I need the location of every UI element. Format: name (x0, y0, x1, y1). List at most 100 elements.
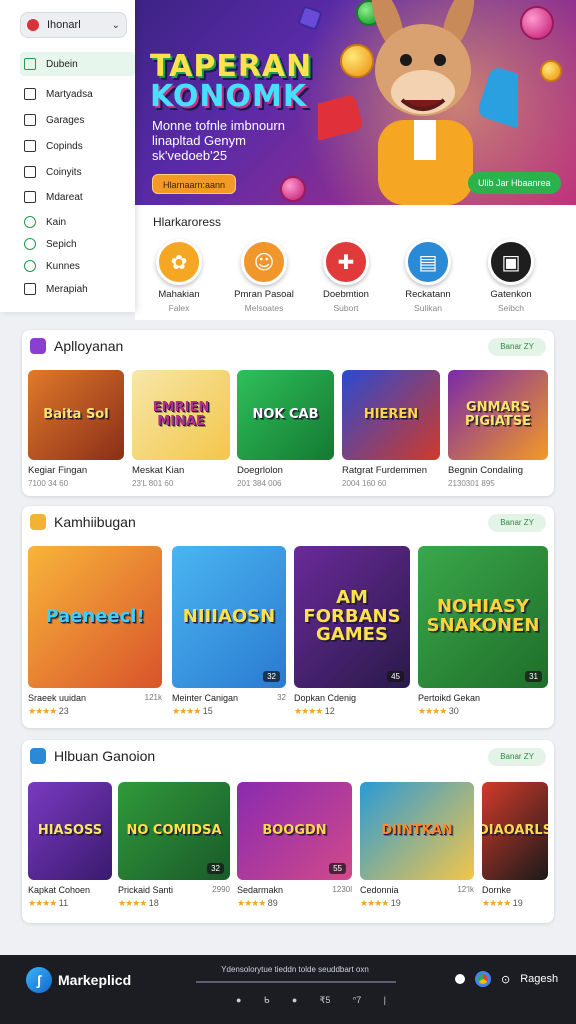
see-all-button[interactable]: Banar ZY (488, 748, 546, 766)
category-item[interactable]: ▤ Reckatann Sulikan (392, 239, 464, 313)
category-name: Mahakian (158, 289, 200, 300)
menu-item-icon (24, 216, 36, 228)
app-thumbnail[interactable]: DIINTKAN (360, 782, 474, 880)
menu-item[interactable]: Garages (20, 108, 135, 132)
app-count: 12'Ik (457, 885, 474, 894)
thumbnail-art-text: NIIIAOSN (182, 605, 276, 627)
rating-value: 11 (58, 898, 69, 908)
menu-item[interactable]: Copinds (20, 134, 135, 158)
marketplace-name: Markeplicd (58, 972, 132, 988)
app-rating: ★★★★ 19 (482, 898, 548, 909)
taskbar-icon[interactable]: ᑲ (264, 995, 270, 1006)
thumbnail-badge: 32 (263, 671, 280, 682)
category-icon: ✚ (323, 239, 369, 285)
taskbar-icon[interactable]: ᐢ7 (353, 995, 362, 1006)
hero-primary-button[interactable]: Ulib Jar Hbaanrea (468, 172, 561, 194)
app-title: Prickaid Santi (118, 885, 174, 895)
menu-item[interactable]: Martyadsa (20, 82, 135, 106)
app-card[interactable]: NOK CAB Doegrlolon 201 384 006 (237, 370, 334, 488)
app-card[interactable]: HIASOSS Kapkat Cohoen ★★★★ 11 (28, 782, 112, 909)
app-card[interactable]: NIIIAOSN 32 Meinter Canigan 32 ★★★★ 15 (172, 546, 286, 717)
taskbar-icon[interactable]: ₹5 (320, 995, 331, 1006)
coin-icon (540, 60, 562, 82)
section-title: Aplloyanan (54, 338, 124, 354)
app-card[interactable]: GNMARS PIGIATSE Begnin Condaling 2130301 8… (448, 370, 548, 488)
category-name: Pmran Pasoal (234, 289, 294, 300)
app-thumbnail[interactable]: NO COMIDSA 32 (118, 782, 230, 880)
category-sub: Subort (333, 303, 359, 313)
app-rating: ★★★★ 23 (28, 706, 162, 717)
app-title: Begnin Condaling (448, 465, 524, 476)
app-meta: 23'L 801 60 (132, 479, 174, 488)
thumbnail-art-text: BOOGDN (262, 823, 327, 839)
category-item[interactable]: ☺ Pmran Pasoal Melsoates (228, 239, 300, 313)
marketplace-logo-icon[interactable]: ʃ (26, 967, 52, 993)
app-card[interactable]: Paeneecl! Sraeek uuidan 121k ★★★★ 23 (28, 546, 162, 717)
app-card[interactable]: DIINTKAN Cedonnia 12'Ik ★★★★ 19 (360, 782, 474, 909)
app-card[interactable]: NOHIASY SNAKONEN 31 Pertoikd Gekan ★★★★ 30 (418, 546, 548, 717)
app-thumbnail[interactable]: Paeneecl! (28, 546, 162, 688)
menu-item[interactable]: Sepich (20, 232, 135, 256)
menu-item[interactable]: Dubein (20, 52, 135, 76)
star-rating-icon: ★★★★ (118, 898, 147, 908)
menu-item-label: Kunnes (46, 260, 80, 272)
store-selector[interactable]: Ihonarl ⌄ (20, 12, 127, 38)
account-name[interactable]: Ragesh (520, 973, 558, 985)
rating-value: 18 (148, 898, 159, 908)
menu-item[interactable]: Coinyits (20, 160, 135, 184)
app-thumbnail[interactable]: Baita Sol (28, 370, 124, 460)
thumbnail-art-text: Paeneecl! (45, 605, 145, 627)
see-all-button[interactable]: Banar ZY (488, 338, 546, 356)
category-item[interactable]: ✚ Doebmtion Subort (310, 239, 382, 313)
app-thumbnail[interactable]: GNMARS PIGIATSE (448, 370, 548, 460)
app-thumbnail[interactable]: DIAOARLS (482, 782, 548, 880)
app-card[interactable]: DIAOARLS Dornke ★★★★ 19 (482, 782, 548, 909)
app-title: Kegiar Fingan (28, 465, 88, 476)
app-title-row: Meinter Canigan 32 (172, 693, 286, 703)
menu-item[interactable]: Kunnes (20, 254, 135, 278)
section-icon (30, 514, 46, 530)
app-card[interactable]: AM FORBANS GAMES 45 Dopkan Cdenig ★★★★ 12 (294, 546, 410, 717)
taskbar-icon[interactable]: | (384, 995, 386, 1006)
app-rating: ★★★★ 12 (294, 706, 410, 717)
category-name: Reckatann (405, 289, 451, 300)
account-icon[interactable]: ⊙ (501, 973, 510, 986)
app-card[interactable]: Baita Sol Kegiar Fingan 7100 34 60 (28, 370, 124, 488)
category-item[interactable]: ▣ Gatenkon Seibch (475, 239, 547, 313)
menu-item-label: Garages (46, 114, 85, 126)
taskbar-divider (196, 981, 396, 983)
thumbnail-badge: 32 (207, 863, 224, 874)
taskbar-icon[interactable]: ● (236, 995, 241, 1006)
menu-item[interactable]: Kain (20, 210, 135, 234)
see-all-button[interactable]: Banar ZY (488, 514, 546, 532)
app-thumbnail[interactable]: NIIIAOSN 32 (172, 546, 286, 688)
menu-item[interactable]: Mdareat (20, 185, 135, 209)
category-icon: ▣ (488, 239, 534, 285)
category-icon: ▤ (405, 239, 451, 285)
app-card[interactable]: HIEREN Ratgrat Furdemmen 2004 160 60 (342, 370, 440, 488)
app-thumbnail[interactable]: HIASOSS (28, 782, 112, 880)
section-icon (30, 748, 46, 764)
app-card[interactable]: NO COMIDSA 32 Prickaid Santi 2990 ★★★★ 18 (118, 782, 230, 909)
app-thumbnail[interactable]: BOOGDN 55 (237, 782, 352, 880)
category-strip: Hlarkaroress ✿ Mahakian Falex ☺ Pmran Pasoal… (135, 205, 576, 320)
menu-item[interactable]: Merapiah (20, 277, 135, 301)
chrome-icon[interactable] (475, 971, 491, 987)
rating-value: 12 (324, 706, 335, 716)
app-card[interactable]: BOOGDN 55 Sedarmakn 1230l ★★★★ 89 (237, 782, 352, 909)
app-thumbnail[interactable]: EMRIEN MINAE (132, 370, 230, 460)
hero-secondary-button[interactable]: Hlarnaarn:aann (152, 174, 237, 194)
category-item[interactable]: ✿ Mahakian Falex (143, 239, 215, 313)
app-thumbnail[interactable]: HIEREN (342, 370, 440, 460)
rating-value: 89 (267, 898, 278, 908)
thumbnail-badge: 31 (525, 671, 542, 682)
taskbar-icon[interactable]: ● (292, 995, 297, 1006)
app-thumbnail[interactable]: NOK CAB (237, 370, 334, 460)
app-title: Meinter Canigan (172, 693, 239, 703)
rating-value: 19 (512, 898, 523, 908)
thumbnail-art-text: NO COMIDSA (126, 823, 222, 839)
app-thumbnail[interactable]: AM FORBANS GAMES 45 (294, 546, 410, 688)
app-card[interactable]: EMRIEN MINAE Meskat Kian 23'L 801 60 (132, 370, 230, 488)
app-section: Kamhiibugan Banar ZY Paeneecl! Sraeek uuida… (22, 506, 554, 728)
app-thumbnail[interactable]: NOHIASY SNAKONEN 31 (418, 546, 548, 688)
